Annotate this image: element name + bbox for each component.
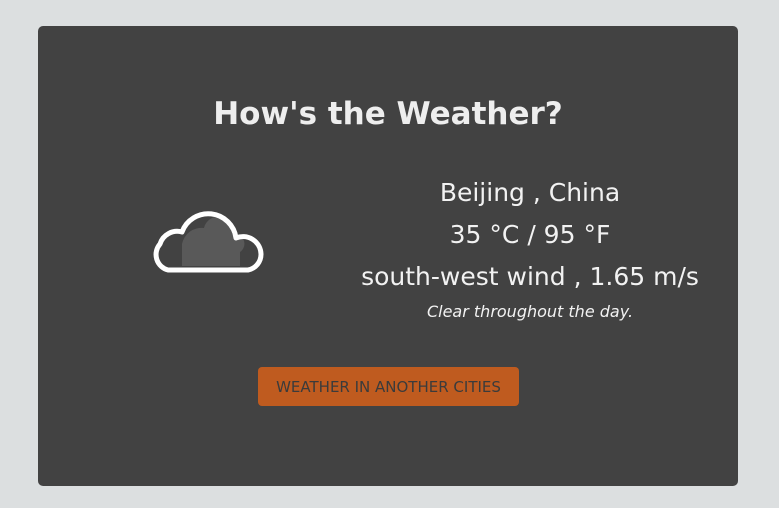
- page-title: How's the Weather?: [213, 96, 563, 132]
- cloud-icon: [148, 186, 270, 282]
- other-cities-button[interactable]: WEATHER IN ANOTHER CITIES: [258, 367, 519, 406]
- wind-text: south-west wind , 1.65 m/s: [361, 262, 699, 291]
- temperature-text: 35 °C / 95 °F: [449, 220, 611, 249]
- weather-info: Beijing , China 35 °C / 95 °F south-west…: [344, 172, 716, 323]
- weather-card: How's the Weather? Beijing , China 35 °C…: [38, 26, 738, 486]
- weather-description: Clear throughout the day.: [426, 302, 634, 321]
- location-text: Beijing , China: [439, 178, 621, 207]
